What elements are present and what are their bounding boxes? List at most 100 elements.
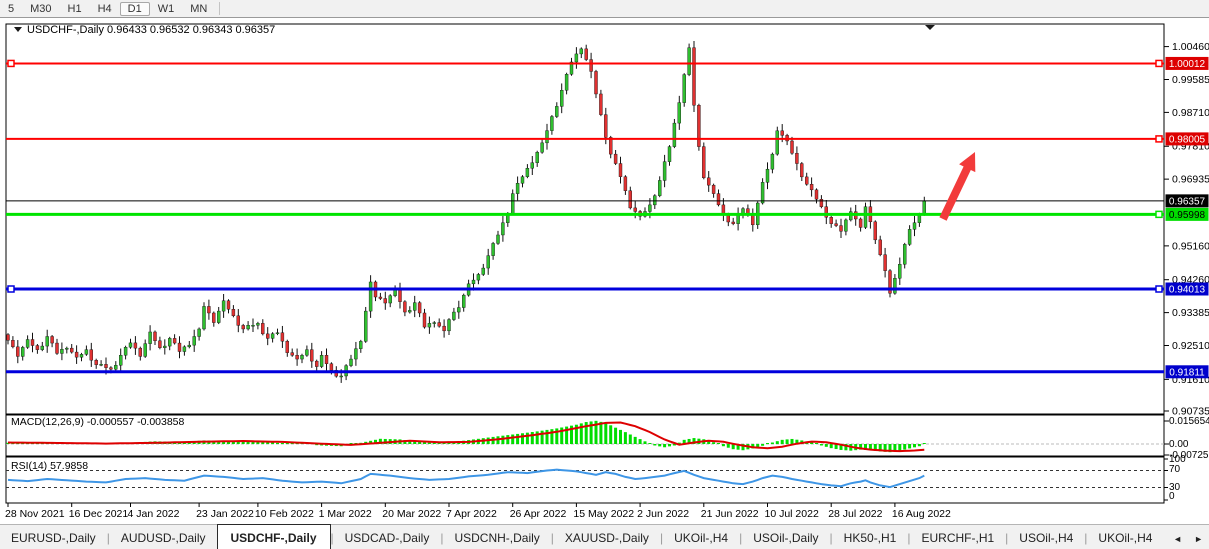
candle-down: [227, 301, 230, 309]
candle-up: [555, 106, 558, 116]
candle-down: [31, 339, 34, 345]
candle-down: [379, 297, 382, 299]
tab-audusd-daily[interactable]: AUDUSD-,Daily: [110, 525, 217, 549]
rsi-tick-label: 0: [1169, 491, 1175, 502]
candle-down: [712, 185, 715, 193]
candle-up: [482, 268, 485, 274]
macd-bar: [766, 443, 769, 444]
hline-handle-left[interactable]: [8, 60, 14, 66]
timeframe-toolbar: 5M30H1H4D1W1MN: [0, 0, 1209, 18]
date-label: 10 Jul 2022: [765, 508, 819, 520]
candle-up: [129, 343, 132, 347]
candle-up: [776, 131, 779, 154]
candle-up: [163, 346, 166, 348]
tab-usoil-h4[interactable]: USOil-,H4: [1008, 525, 1084, 549]
tab-hk50-h1[interactable]: HK50-,H1: [833, 525, 908, 549]
candle-up: [653, 196, 656, 205]
tab-usdcnh-daily[interactable]: USDCNH-,Daily: [443, 525, 550, 549]
candle-down: [805, 177, 808, 184]
candle-down: [330, 364, 333, 371]
tab-usdchf-daily[interactable]: USDCHF-,Daily: [217, 524, 331, 549]
date-label: 28 Nov 2021: [5, 508, 65, 520]
candle-down: [315, 361, 318, 366]
price-tick-label: 1.00460: [1172, 41, 1209, 53]
candle-up: [565, 74, 568, 90]
candle-down: [173, 338, 176, 343]
candle-down: [70, 348, 73, 352]
price-tick-label: 0.95160: [1172, 240, 1209, 252]
macd-bar: [506, 435, 509, 444]
candle-down: [281, 333, 284, 341]
price-badge-label: 0.98005: [1169, 134, 1206, 145]
hline-handle-right[interactable]: [1156, 286, 1162, 292]
hline-handle-left[interactable]: [8, 286, 14, 292]
timeframe-button-h1[interactable]: H1: [60, 2, 90, 16]
mt4-window: 28 Nov 202116 Dec 20214 Jan 202223 Jan 2…: [0, 0, 1209, 549]
candle-down: [207, 306, 210, 313]
candle-up: [472, 280, 475, 284]
candle-up: [80, 354, 83, 357]
candle-up: [683, 75, 686, 103]
timeframe-button-mn[interactable]: MN: [182, 2, 215, 16]
macd-bar: [898, 444, 901, 451]
candle-down: [599, 94, 602, 115]
tab-eurusd-daily[interactable]: EURUSD-,Daily: [0, 525, 107, 549]
timeframe-button-h4[interactable]: H4: [90, 2, 120, 16]
candle-down: [629, 191, 632, 208]
price-badge-label: 0.91811: [1169, 367, 1205, 378]
date-label: 21 Jun 2022: [701, 508, 759, 520]
candle-up: [688, 48, 691, 75]
tab-ukoil-h4[interactable]: UKOil-,H4: [1087, 525, 1163, 549]
tab-ukoil-h4[interactable]: UKOil-,H4: [663, 525, 739, 549]
chart-title: USDCHF-,Daily 0.96433 0.96532 0.96343 0.…: [27, 24, 275, 36]
candle-down: [702, 147, 705, 178]
macd-bar: [546, 430, 549, 444]
tab-xauusd-daily[interactable]: XAUUSD-,Daily: [554, 525, 660, 549]
price-tick-label: 0.93385: [1172, 307, 1209, 319]
macd-bar: [722, 444, 725, 446]
macd-bar: [761, 444, 764, 446]
timeframe-button-m30[interactable]: M30: [22, 2, 59, 16]
macd-bar: [281, 443, 284, 444]
tab-eurchf-h1[interactable]: EURCHF-,H1: [910, 525, 1005, 549]
candle-up: [203, 306, 206, 329]
candle-down: [286, 341, 289, 352]
tab-scroll-left[interactable]: ◄: [1167, 527, 1188, 549]
candle-down: [751, 215, 754, 225]
candle-up: [452, 312, 455, 320]
timeframe-button-w1[interactable]: W1: [150, 2, 183, 16]
hline-handle-right[interactable]: [1156, 60, 1162, 66]
hline-handle-right[interactable]: [1156, 136, 1162, 142]
candle-up: [521, 177, 524, 184]
candle-up: [457, 308, 460, 313]
candle-down: [800, 164, 803, 177]
candle-down: [590, 60, 593, 72]
candle-down: [717, 194, 720, 205]
candle-down: [624, 177, 627, 191]
macd-bar: [923, 443, 926, 444]
candle-down: [830, 217, 833, 223]
candle-up: [114, 365, 117, 369]
candle-up: [536, 152, 539, 163]
candle-down: [859, 219, 862, 227]
hline-handle-right[interactable]: [1156, 211, 1162, 217]
candle-up: [898, 264, 901, 278]
candle-up: [546, 131, 549, 143]
candle-up: [21, 347, 24, 356]
tab-scroll-right[interactable]: ►: [1188, 527, 1209, 549]
candle-up: [144, 344, 147, 357]
timeframe-button-5[interactable]: 5: [0, 2, 22, 16]
tab-usoil-daily[interactable]: USOil-,Daily: [742, 525, 829, 549]
candle-up: [413, 303, 416, 311]
date-label: 1 Mar 2022: [319, 508, 372, 520]
candle-down: [36, 346, 39, 350]
tab-usdcad-daily[interactable]: USDCAD-,Daily: [334, 525, 441, 549]
candle-up: [198, 329, 201, 337]
macd-bar: [908, 444, 911, 448]
macd-bar: [614, 428, 617, 444]
candle-up: [761, 182, 764, 203]
timeframe-button-d1[interactable]: D1: [120, 2, 150, 16]
rsi-tick-label: 70: [1169, 464, 1181, 475]
candle-down: [134, 343, 137, 348]
macd-bar: [511, 435, 514, 444]
